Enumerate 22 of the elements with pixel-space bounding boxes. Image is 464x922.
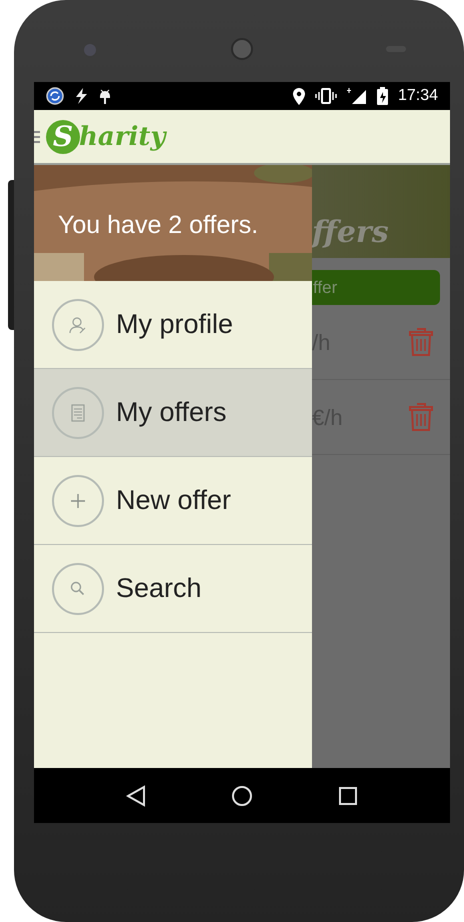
signal-icon: [346, 88, 367, 104]
recents-icon[interactable]: [338, 786, 358, 806]
menu-item-label: Search: [116, 572, 202, 606]
location-icon: [292, 88, 305, 104]
android-icon: [98, 87, 112, 105]
page-title: ffers: [312, 218, 389, 248]
battery-icon: [376, 87, 388, 105]
speaker-grille: [231, 38, 253, 60]
offer-count-text: You have 2 offers.: [58, 210, 258, 241]
menu-item-label: My offers: [116, 396, 227, 430]
vibrate-icon: [314, 88, 337, 104]
back-icon[interactable]: [126, 784, 146, 806]
lightning-icon: [74, 88, 88, 104]
sync-icon: [46, 87, 64, 105]
menu-item-label: My profile: [116, 308, 234, 342]
home-icon[interactable]: [230, 784, 253, 806]
clock: 17:34: [398, 86, 438, 106]
camera-lens: [84, 44, 96, 56]
menu-icon: [34, 130, 40, 142]
drawer-menu-item[interactable]: My offers: [34, 369, 312, 457]
app-logo: S harity: [46, 120, 166, 154]
menu-item-label: New offer: [116, 484, 232, 518]
